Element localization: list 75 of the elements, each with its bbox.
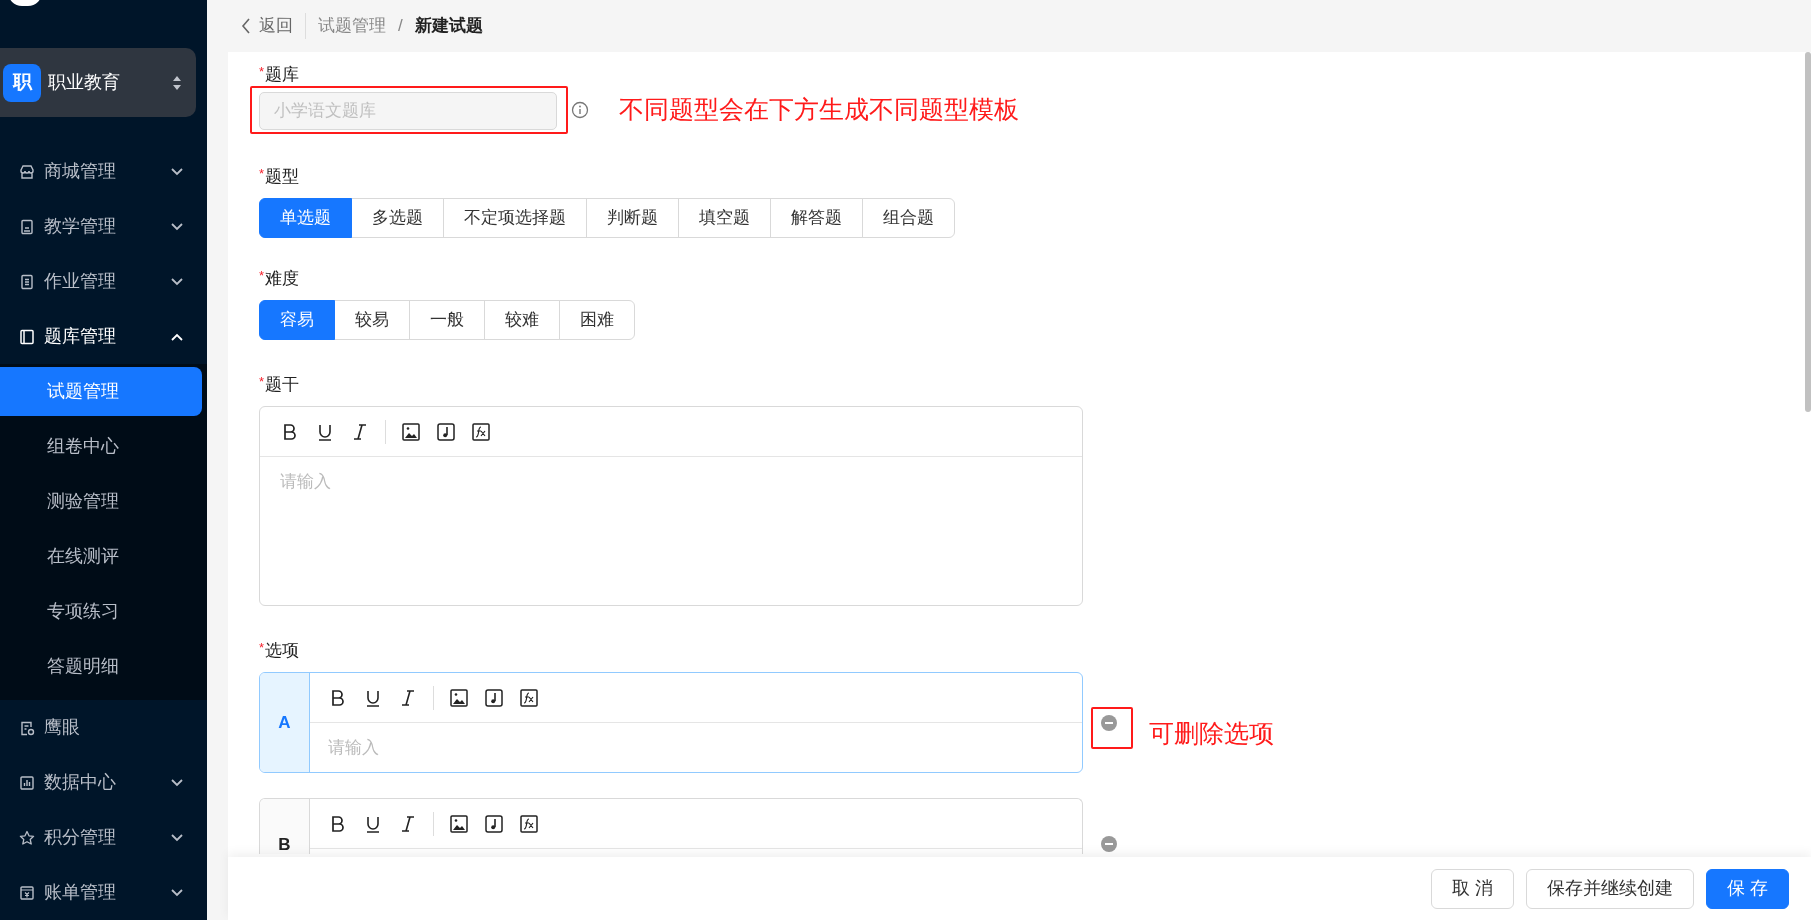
star-icon	[18, 828, 36, 847]
required-mark: *	[259, 373, 265, 391]
annotation-text: 可删除选项	[1149, 717, 1274, 749]
field-label: 题库	[265, 64, 300, 86]
segment-tab[interactable]: 组合题	[862, 198, 955, 238]
formula-icon	[519, 687, 539, 708]
submenu-item[interactable]: 专项练习	[0, 587, 202, 636]
formula-icon	[471, 421, 491, 442]
sidebar-item[interactable]: 商城管理	[0, 144, 207, 199]
annotation-frame	[1091, 706, 1133, 749]
bill-icon	[18, 883, 36, 902]
notebook-icon	[18, 327, 36, 346]
segment-tab[interactable]: 单选题	[259, 198, 352, 238]
scrollbar[interactable]	[1805, 52, 1811, 412]
submenu-item[interactable]: 在线测评	[0, 532, 202, 581]
option-editor[interactable]: A 请输入	[259, 672, 1083, 773]
segment-tab[interactable]: 判断题	[586, 198, 679, 238]
submenu-item[interactable]: 测验管理	[0, 477, 202, 526]
field-label: 难度	[265, 268, 300, 290]
breadcrumb-current: 新建试题	[414, 15, 483, 38]
store-icon	[18, 162, 36, 181]
segment-tab[interactable]: 困难	[559, 300, 635, 340]
audio-icon	[484, 813, 504, 834]
field-label: 选项	[265, 640, 300, 662]
segment-tab[interactable]: 一般	[409, 300, 485, 340]
book-icon	[18, 217, 36, 236]
breadcrumb-separator: /	[398, 15, 403, 38]
info-icon	[571, 101, 589, 119]
footer-button[interactable]: 保存并继续创建	[1526, 868, 1694, 909]
required-mark: *	[259, 267, 265, 285]
segment-tab[interactable]: 填空题	[678, 198, 771, 238]
back-link[interactable]: 返回	[241, 13, 306, 39]
bar-chart-icon	[18, 773, 36, 792]
sidebar-item[interactable]: 作业管理	[0, 254, 207, 309]
remove-option-button[interactable]	[1101, 714, 1117, 731]
required-mark: *	[259, 165, 265, 183]
sidebar-item[interactable]: 鹰眼	[0, 700, 207, 755]
option-letter: B	[260, 799, 310, 854]
chevron-left-icon	[241, 18, 251, 34]
sidebar-item[interactable]: 积分管理	[0, 810, 207, 865]
image-icon	[449, 687, 469, 708]
org-switcher[interactable]: 职 职业教育	[0, 48, 196, 117]
submenu-item[interactable]: 答题明细	[0, 642, 202, 691]
segment-tab[interactable]: 较难	[484, 300, 560, 340]
image-icon	[401, 421, 421, 442]
editor-placeholder: 请输入	[327, 737, 380, 759]
segment-tab[interactable]: 解答题	[770, 198, 863, 238]
sidebar-item[interactable]: 数据中心	[0, 755, 207, 810]
field-label: 题干	[265, 374, 300, 396]
annotation-text: 不同题型会在下方生成不同题型模板	[619, 94, 1019, 126]
option-editor[interactable]: B	[259, 798, 1083, 854]
segment-tab[interactable]: 容易	[259, 300, 335, 340]
footer-button[interactable]: 保 存	[1706, 868, 1789, 909]
document-icon	[18, 272, 36, 291]
org-badge: 职	[3, 63, 41, 102]
audio-icon	[436, 421, 456, 442]
sidebar-item[interactable]: 账单管理	[0, 865, 207, 920]
segment-tab[interactable]: 多选题	[351, 198, 444, 238]
submenu-item[interactable]: 试题管理	[0, 367, 202, 416]
remove-option-button[interactable]	[1101, 836, 1117, 852]
editor-placeholder: 请输入	[279, 471, 332, 493]
formula-icon	[519, 813, 539, 834]
org-name: 职业教育	[48, 71, 121, 94]
field-label: 题型	[265, 166, 300, 188]
option-letter: A	[260, 673, 310, 772]
submenu-item[interactable]: 组卷中心	[0, 422, 202, 471]
sidebar-item[interactable]: 教学管理	[0, 199, 207, 254]
audio-icon	[484, 687, 504, 708]
image-icon	[449, 813, 469, 834]
segment-tab[interactable]: 较易	[334, 300, 410, 340]
required-mark: *	[259, 639, 265, 657]
required-mark: *	[259, 63, 265, 81]
footer-button[interactable]: 取 消	[1430, 868, 1514, 909]
segment-tab[interactable]: 不定项选择题	[443, 198, 587, 238]
sidebar-item[interactable]: 题库管理	[0, 309, 207, 364]
